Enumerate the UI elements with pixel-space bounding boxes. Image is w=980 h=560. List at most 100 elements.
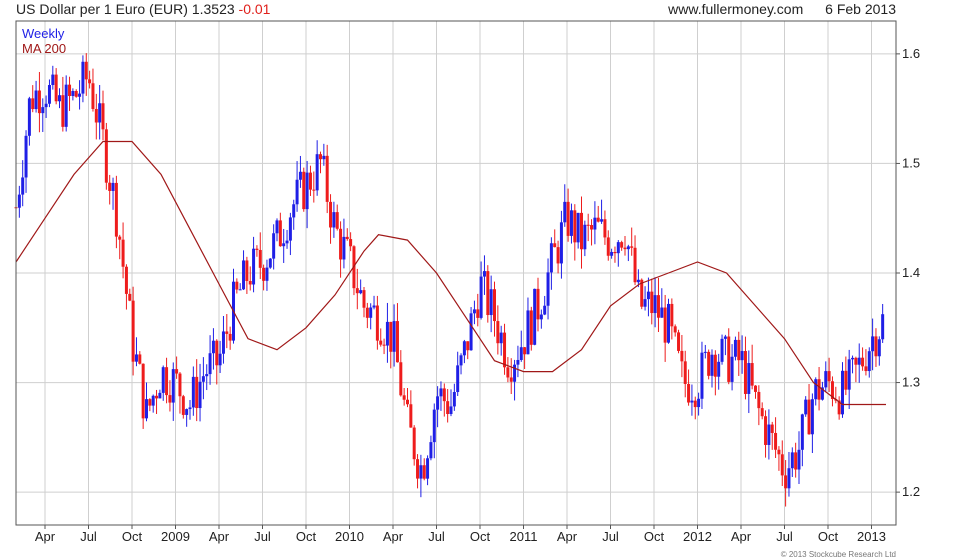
candle-body <box>526 310 530 355</box>
candle-body <box>700 352 704 399</box>
candle-body <box>104 129 108 183</box>
candle-body <box>305 172 309 210</box>
candle-body <box>402 395 406 400</box>
candle-body <box>395 321 399 363</box>
candle-body <box>211 340 215 354</box>
candle-body <box>687 383 691 403</box>
candle-body <box>509 377 513 382</box>
candle-body <box>814 379 818 400</box>
candle-body <box>175 369 179 374</box>
candle-body <box>546 272 550 306</box>
candle-body <box>195 376 199 409</box>
candle-body <box>626 246 630 250</box>
candle-body <box>854 357 858 365</box>
x-tick-label: Oct <box>470 529 491 544</box>
candle-body <box>727 336 731 382</box>
candle-body <box>523 347 527 355</box>
candle-body <box>218 353 222 366</box>
candle-body <box>857 357 861 365</box>
candle-body <box>258 249 262 268</box>
candle-body <box>603 219 607 238</box>
candle-body <box>161 367 165 393</box>
candle-body <box>322 155 326 160</box>
candle-body <box>365 307 369 318</box>
candle-body <box>847 359 851 390</box>
candle-body <box>553 243 557 248</box>
candle-body <box>98 103 102 123</box>
candle-body <box>252 248 256 285</box>
candle-body <box>275 220 279 234</box>
x-tick-label: 2011 <box>510 529 538 544</box>
candle-body <box>165 367 169 396</box>
candle-body <box>493 289 496 322</box>
candle-body <box>650 291 654 314</box>
candle-body <box>516 359 520 365</box>
candle-body <box>426 458 430 479</box>
candle-body <box>707 351 711 376</box>
candle-body <box>268 258 272 268</box>
candle-body <box>733 339 737 357</box>
x-tick-label: Oct <box>122 529 143 544</box>
candle-body <box>329 201 333 228</box>
candle-body <box>452 392 456 407</box>
x-tick-label: Apr <box>209 529 230 544</box>
candle-body <box>302 171 306 210</box>
candle-body <box>265 267 269 281</box>
candle-body <box>181 396 185 415</box>
x-tick-label: Jul <box>602 529 619 544</box>
candle-body <box>24 135 28 178</box>
candle-body <box>238 289 242 291</box>
candle-body <box>205 374 209 377</box>
candle-body <box>128 293 132 301</box>
candle-body <box>881 314 885 340</box>
candle-body <box>108 182 112 191</box>
candle-body <box>27 98 31 136</box>
candle-body <box>730 356 734 382</box>
candle-body <box>17 194 21 208</box>
candle-body <box>851 357 855 360</box>
candle-body <box>124 266 128 294</box>
candle-body <box>178 373 182 397</box>
candle-body <box>71 91 75 96</box>
candle-body <box>221 331 225 354</box>
candle-body <box>121 239 125 267</box>
candle-body <box>770 424 774 433</box>
candle-body <box>720 338 724 362</box>
candle-body <box>235 281 239 290</box>
candle-body <box>807 399 811 435</box>
candle-body <box>573 210 577 243</box>
candle-body <box>339 228 343 260</box>
candle-body <box>21 177 25 195</box>
candle-body <box>764 416 768 445</box>
x-tick-label: Jul <box>80 529 97 544</box>
candle-body <box>827 371 831 382</box>
candle-body <box>633 247 637 283</box>
candle-body <box>743 351 747 394</box>
candle-body <box>459 355 463 366</box>
candle-body <box>549 243 553 273</box>
candle-body <box>486 271 490 316</box>
candle-body <box>168 395 172 403</box>
candle-body <box>499 332 503 344</box>
candle-body <box>34 90 38 110</box>
candle-body <box>389 321 393 352</box>
candle-body <box>208 353 212 375</box>
candle-body <box>613 251 617 254</box>
candle-body <box>446 401 450 415</box>
candle-body <box>569 210 573 236</box>
candle-body <box>145 399 148 419</box>
candle-body <box>198 381 202 409</box>
candle-body <box>697 398 701 408</box>
candle-body <box>58 95 61 102</box>
candle-body <box>610 251 614 256</box>
x-tick-label: 2012 <box>683 529 712 544</box>
candle-body <box>667 303 670 343</box>
candle-body <box>134 354 138 362</box>
x-tick-label: Jul <box>254 529 271 544</box>
candle-body <box>47 85 51 104</box>
candle-body <box>416 459 420 479</box>
candle-body <box>362 290 366 308</box>
candle-body <box>810 399 814 435</box>
y-tick-label: 1.6 <box>902 46 920 61</box>
candle-body <box>804 399 808 415</box>
